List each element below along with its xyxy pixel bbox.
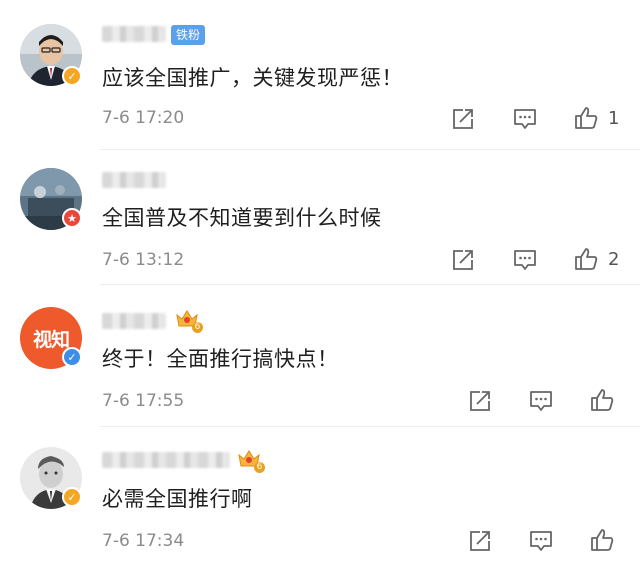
comment-time: 7-6 17:55 <box>102 391 185 411</box>
comment-time: 7-6 17:34 <box>102 531 185 551</box>
comment-text: 终于！全面推行搞快点！ <box>102 347 339 371</box>
fan-tag: 铁粉 <box>171 25 206 45</box>
share-icon[interactable] <box>450 247 476 273</box>
comment-time: 7-6 13:12 <box>102 250 185 270</box>
crown-level: 6 <box>254 462 265 473</box>
verified-badge-icon: ✓ <box>62 347 82 367</box>
comment-time: 7-6 17:20 <box>102 108 185 128</box>
avatar-logo-text: 视知 <box>32 328 70 351</box>
share-icon[interactable] <box>450 106 476 132</box>
comment-icon[interactable] <box>512 106 538 132</box>
thumbs-up-icon[interactable] <box>589 527 615 553</box>
comment-item: 视知 ✓ 6 终于！全面推行搞快点！ 7-6 17:55 <box>0 285 640 427</box>
crown-level: 6 <box>192 322 203 333</box>
comment-item: ✓ 铁粉 应该全国推广，关键发现严惩！ 7-6 17:20 1 <box>0 0 640 150</box>
verified-badge-icon: ✓ <box>62 487 82 507</box>
thumbs-up-icon[interactable] <box>573 246 599 272</box>
username-blurred[interactable] <box>102 26 166 42</box>
comment-icon[interactable] <box>528 528 554 554</box>
comment-text: 全国普及不知道要到什么时候 <box>102 206 382 230</box>
comment-icon[interactable] <box>528 388 554 414</box>
like-count: 1 <box>608 108 620 129</box>
username-blurred[interactable] <box>102 172 166 188</box>
comment-item: ✓ 6 必需全国推行啊 7-6 17:34 <box>0 427 640 571</box>
verified-badge-icon: ✓ <box>62 66 82 86</box>
username-blurred[interactable] <box>102 313 166 329</box>
comment-icon[interactable] <box>512 247 538 273</box>
verified-badge-icon: ★ <box>62 208 82 228</box>
comment-text: 必需全国推行啊 <box>102 487 253 511</box>
comment-text: 应该全国推广，关键发现严惩！ <box>102 66 403 90</box>
comment-item: ★ 全国普及不知道要到什么时候 7-6 13:12 2 <box>0 150 640 285</box>
thumbs-up-icon[interactable] <box>589 387 615 413</box>
username-blurred[interactable] <box>102 452 230 468</box>
like-count: 2 <box>608 249 620 270</box>
share-icon[interactable] <box>467 388 493 414</box>
crown-level-icon: 6 <box>174 307 203 333</box>
thumbs-up-icon[interactable] <box>573 105 599 131</box>
share-icon[interactable] <box>467 528 493 554</box>
crown-level-icon: 6 <box>236 447 265 473</box>
